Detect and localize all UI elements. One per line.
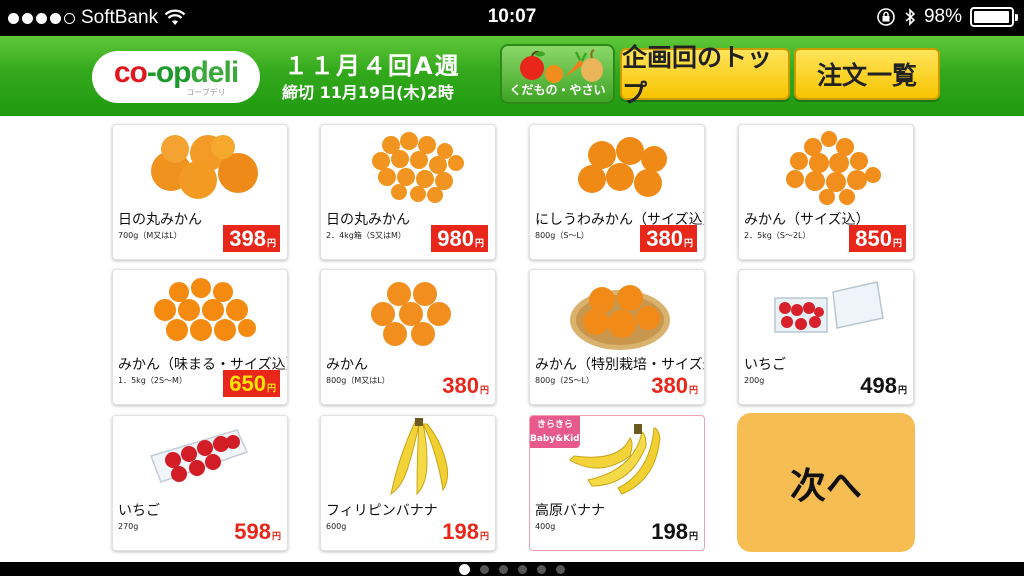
product-amount: 600g bbox=[326, 522, 347, 531]
product-amount: 1．5kg（2S〜M） bbox=[118, 376, 187, 385]
coop-deli-logo[interactable]: co-opdeli コープデリ bbox=[92, 51, 260, 103]
logo-subtext: コープデリ bbox=[186, 87, 226, 97]
price-tag: 598 円 bbox=[234, 519, 281, 544]
product-card[interactable]: みかん（特別栽培・サイズ込） 800g（2S〜L） 380円 bbox=[529, 269, 705, 405]
price-tag: 198 円 bbox=[651, 519, 698, 544]
price-tag: 380 円 bbox=[651, 373, 698, 398]
product-card[interactable]: にしうわみかん（サイズ込） 800g（S〜L） 380 円 bbox=[529, 124, 705, 260]
product-card[interactable]: フィリピンバナナ 600g 198 円 bbox=[320, 415, 496, 551]
product-card[interactable]: みかん 800g（M又はL） 380 円 bbox=[320, 269, 496, 405]
strawberry-tray-image bbox=[150, 429, 249, 483]
product-card[interactable]: 日の丸みかん 2．4kg箱（S又はM） 980 円 bbox=[320, 124, 496, 260]
product-name: フィリピンバナナ bbox=[326, 503, 438, 519]
page-dot[interactable] bbox=[556, 564, 565, 574]
product-card[interactable]: きらきら Baby&Kids 高原バナナ 400g 198 円 bbox=[529, 415, 705, 551]
price-tag: 398 円 bbox=[223, 225, 280, 252]
wifi-icon bbox=[164, 9, 186, 25]
page-dot[interactable] bbox=[499, 564, 508, 574]
product-amount: 2．5kg（S〜2L） bbox=[744, 231, 811, 240]
product-card[interactable]: いちご 270g 598 円 bbox=[112, 415, 288, 551]
battery-icon bbox=[970, 7, 1018, 27]
product-name: みかん bbox=[326, 357, 368, 373]
mandarin-orange-image bbox=[786, 131, 881, 205]
product-amount: 800g（S〜L） bbox=[535, 231, 589, 240]
week-title: １１月４回A週 bbox=[284, 52, 461, 80]
product-amount: 400g bbox=[535, 522, 556, 531]
product-card[interactable]: みかん（味まる・サイズ込） 1．5kg（2S〜M） 650 円 bbox=[112, 269, 288, 405]
orientation-lock-icon bbox=[877, 8, 895, 26]
product-amount: 2．4kg箱（S又はM） bbox=[326, 231, 406, 240]
price-tag: 498 円 bbox=[860, 373, 907, 398]
logo-text: co-opdeli bbox=[113, 55, 239, 89]
price-tag: 850 円 bbox=[849, 225, 906, 252]
mandarin-orange-image bbox=[154, 278, 256, 341]
price-tag: 198 円 bbox=[442, 519, 489, 544]
product-card[interactable]: みかん（サイズ込） 2．5kg（S〜2L） 850 円 bbox=[738, 124, 914, 260]
status-bar: SoftBank 10:07 98% bbox=[0, 0, 1024, 36]
baby-kids-badge: きらきら Baby&Kids bbox=[530, 416, 585, 448]
battery-percentage: 98% bbox=[923, 6, 962, 27]
page-dot[interactable] bbox=[537, 564, 546, 574]
product-name: 高原バナナ bbox=[535, 503, 605, 519]
mandarin-box-image bbox=[372, 132, 464, 203]
campaign-top-button[interactable]: 企画回のトップ bbox=[620, 43, 790, 108]
price-tag: 380 円 bbox=[640, 225, 697, 252]
strawberry-pack-image bbox=[774, 281, 884, 333]
price-tag: 650 円 bbox=[223, 370, 280, 397]
order-deadline: 締切 11月19日(木)2時 bbox=[282, 83, 454, 102]
product-name: いちご bbox=[118, 503, 160, 519]
bluetooth-icon bbox=[905, 8, 916, 26]
status-right: 98% bbox=[876, 6, 1018, 28]
status-left: SoftBank bbox=[8, 7, 186, 29]
product-amount: 800g（M又はL） bbox=[326, 376, 390, 385]
banana-image bbox=[390, 418, 449, 496]
price-tag: 380 円 bbox=[442, 373, 489, 398]
mandarin-basket-image bbox=[570, 285, 670, 350]
carrier-name: SoftBank bbox=[81, 7, 159, 28]
app-header: co-opdeli コープデリ １１月４回A週 締切 11月19日(木)2時 く… bbox=[0, 36, 1024, 116]
page-dot[interactable] bbox=[518, 564, 527, 574]
product-amount: 700g（M又はL） bbox=[118, 231, 182, 240]
mandarin-orange-image bbox=[151, 135, 258, 199]
next-page-button[interactable]: 次へ bbox=[737, 413, 915, 552]
price-tag: 980 円 bbox=[431, 225, 488, 252]
product-amount: 200g bbox=[744, 376, 765, 385]
page-dot[interactable] bbox=[459, 563, 470, 575]
product-amount: 270g bbox=[118, 522, 139, 531]
product-name: 日の丸みかん bbox=[326, 212, 410, 228]
product-name: いちご bbox=[744, 357, 786, 373]
mandarin-orange-image bbox=[578, 137, 667, 197]
signal-strength-icon bbox=[8, 12, 75, 24]
order-list-button[interactable]: 注文一覧 bbox=[794, 48, 940, 100]
fruits-vegetables-category-button[interactable]: くだもの・やさい bbox=[500, 44, 615, 104]
page-indicator[interactable] bbox=[0, 562, 1024, 576]
product-grid: 日の丸みかん 700g（M又はL） 398 円 日の丸みかん 2．4kg箱（S又は… bbox=[0, 116, 1024, 562]
product-amount: 800g（2S〜L） bbox=[535, 376, 594, 385]
fruit-vegetable-icon bbox=[520, 49, 603, 83]
product-name: 日の丸みかん bbox=[118, 212, 202, 228]
mandarin-orange-image bbox=[371, 282, 451, 346]
product-card[interactable]: 日の丸みかん 700g（M又はL） 398 円 bbox=[112, 124, 288, 260]
page-dot[interactable] bbox=[480, 564, 489, 574]
product-card[interactable]: いちご 200g 498 円 bbox=[738, 269, 914, 405]
product-name: みかん（特別栽培・サイズ込） bbox=[535, 357, 704, 373]
